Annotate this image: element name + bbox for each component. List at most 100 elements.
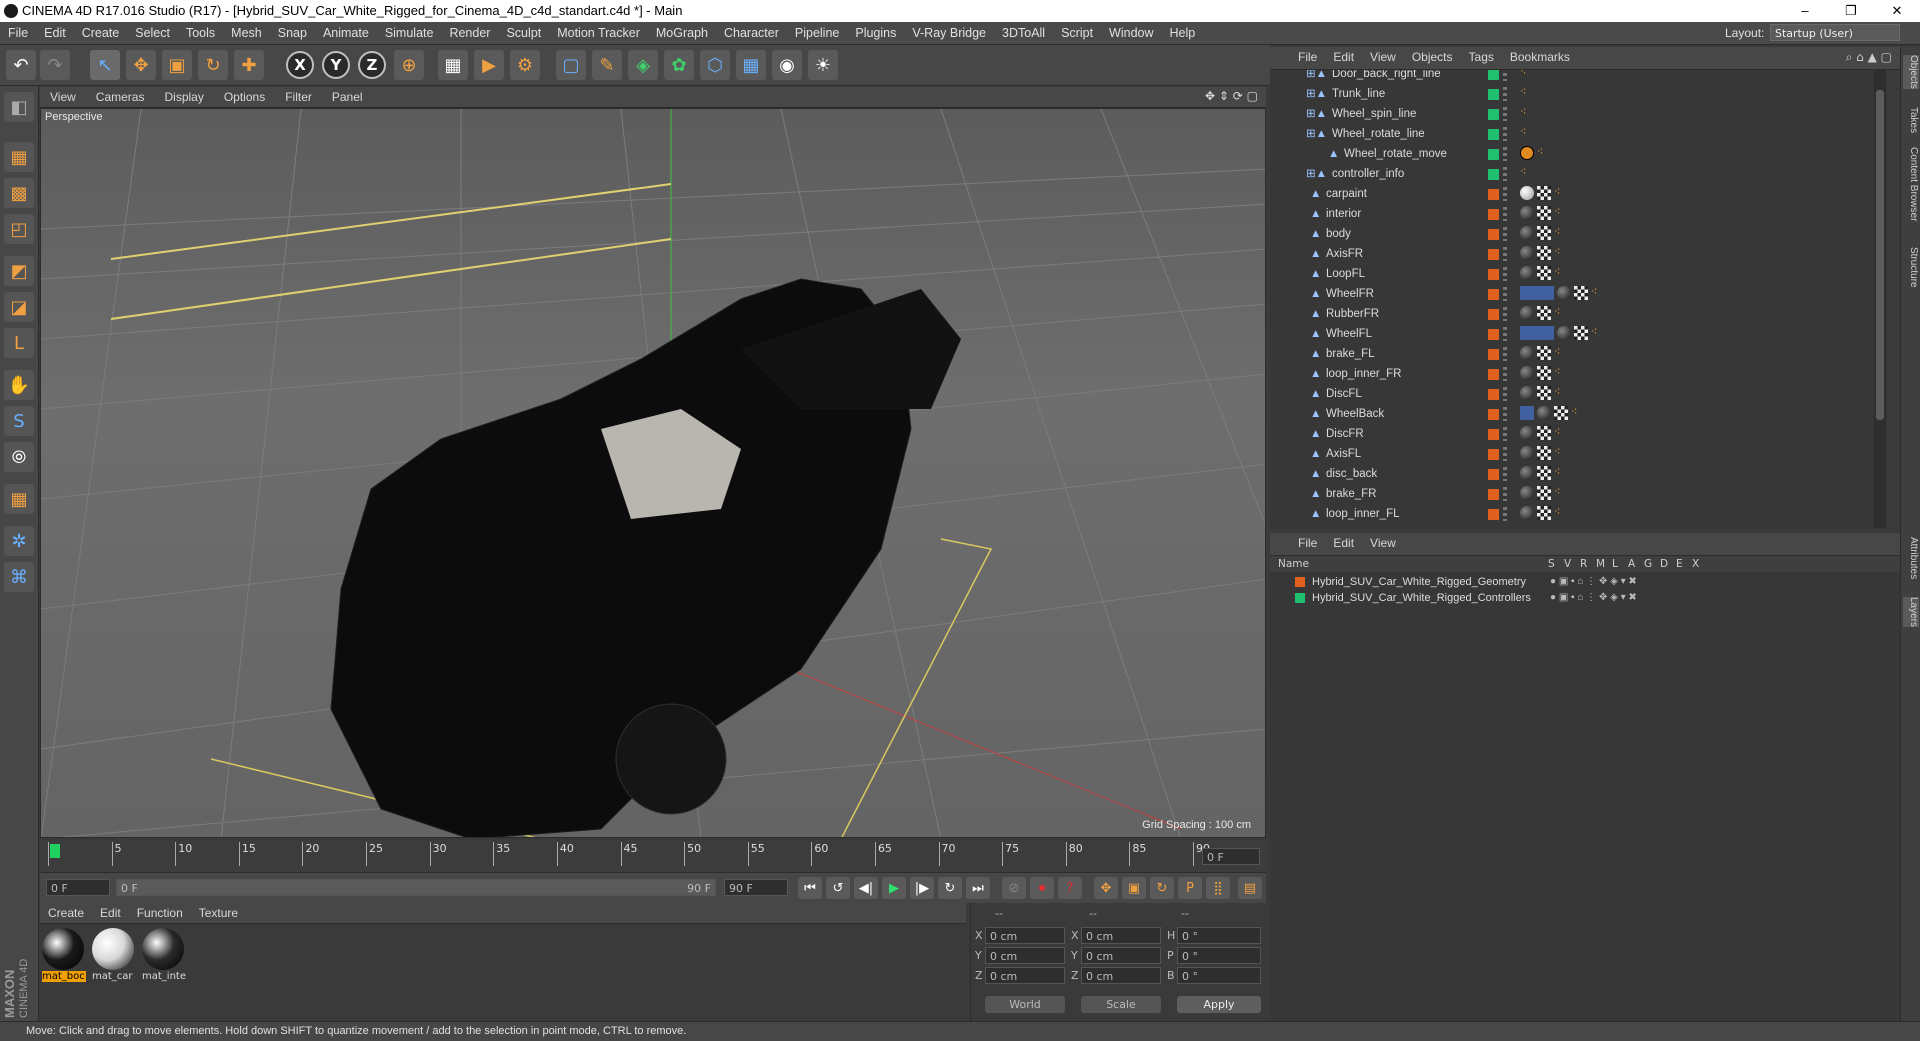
uvw-tag-icon[interactable] <box>1537 346 1551 360</box>
null-object-icon[interactable]: ⊞▲ <box>1306 124 1327 144</box>
visibility-dots[interactable] <box>1503 167 1507 181</box>
uvw-tag-icon[interactable] <box>1574 326 1588 340</box>
size-x-field[interactable]: 0 cm <box>1081 927 1161 944</box>
menu-mograph[interactable]: MoGraph <box>648 22 716 44</box>
layers-menu-view[interactable]: View <box>1362 533 1404 553</box>
tab-takes[interactable]: Takes <box>1903 107 1919 133</box>
visibility-dots[interactable] <box>1503 287 1507 301</box>
material-menu-create[interactable]: Create <box>40 903 92 923</box>
xpresso-tag-icon[interactable]: ⁖ <box>1554 346 1566 358</box>
tweak-mode-icon[interactable]: S <box>4 406 34 436</box>
goto-end-icon[interactable]: ⏭ <box>966 877 990 899</box>
autokey-disabled-icon[interactable]: ⊘ <box>1002 877 1026 899</box>
menu-create[interactable]: Create <box>74 22 128 44</box>
layer-row[interactable]: Hybrid_SUV_Car_White_Rigged_Controllers … <box>1270 590 1900 606</box>
visibility-dots[interactable] <box>1503 487 1507 501</box>
xpresso-tag-icon[interactable]: ⁖ <box>1591 286 1603 298</box>
xpresso-tag-icon[interactable]: ⁖ <box>1554 466 1566 478</box>
object-row[interactable]: ▲ WheelFR ⁖ <box>1270 284 1886 304</box>
layer-color-swatch[interactable] <box>1295 593 1305 603</box>
null-object-icon[interactable]: ⊞▲ <box>1306 84 1327 104</box>
deformer-icon[interactable]: ⬡ <box>700 50 730 80</box>
null-object-icon[interactable]: ▲ <box>1310 504 1321 524</box>
3d-viewport[interactable]: Perspective Grid Spacing : 100 cm <box>40 108 1266 838</box>
layer-color-swatch[interactable] <box>1488 289 1499 300</box>
layer-color-swatch[interactable] <box>1488 509 1499 520</box>
xpresso-tag-icon[interactable]: ⁖ <box>1571 406 1583 418</box>
render-picture-viewer-icon[interactable]: ▶ <box>474 50 504 80</box>
polygons-mode-icon[interactable]: L <box>4 328 34 358</box>
layer-color-swatch[interactable] <box>1488 329 1499 340</box>
null-object-icon[interactable]: ▲ <box>1310 464 1321 484</box>
layer-switch-icons[interactable]: ● ▣ ▪ ⌂ ⋮ ✥ ◈ ▾ ✖ <box>1550 590 1637 606</box>
layer-column-header[interactable]: S <box>1548 556 1564 572</box>
material-tag-icon[interactable] <box>1520 346 1534 360</box>
material-swatch[interactable]: mat_inte <box>142 928 186 982</box>
object-row[interactable]: ▲ WheelFL ⁖ <box>1270 324 1886 344</box>
autokey-icon[interactable]: ? <box>1058 877 1082 899</box>
layer-color-swatch[interactable] <box>1488 70 1499 80</box>
null-object-icon[interactable]: ▲ <box>1310 224 1321 244</box>
material-menu-function[interactable]: Function <box>129 903 191 923</box>
render-view-icon[interactable]: ▦ <box>438 50 468 80</box>
play-icon[interactable]: ▶ <box>882 877 906 899</box>
layer-color-swatch[interactable] <box>1488 89 1499 100</box>
xpresso-tag-icon[interactable]: ⁖ <box>1520 70 1532 78</box>
null-object-icon[interactable]: ▲ <box>1310 304 1321 324</box>
material-tag-icon[interactable] <box>1520 186 1534 200</box>
material-tag-icon[interactable] <box>1520 466 1534 480</box>
visibility-dots[interactable] <box>1503 507 1507 521</box>
render-settings-icon[interactable]: ⚙ <box>510 50 540 80</box>
playhead[interactable] <box>50 844 60 858</box>
menu-character[interactable]: Character <box>716 22 787 44</box>
size-mode-dropdown[interactable]: Scale <box>1081 996 1161 1013</box>
material-tag-icon[interactable] <box>1520 226 1534 240</box>
size-y-field[interactable]: 0 cm <box>1081 947 1161 964</box>
z-axis-lock-icon[interactable]: Z <box>358 51 386 79</box>
tab-objects[interactable]: Objects <box>1903 55 1919 89</box>
objects-menu-bookmarks[interactable]: Bookmarks <box>1502 47 1578 67</box>
rot-b-field[interactable]: 0 ° <box>1177 967 1261 984</box>
uvw-tag-icon[interactable] <box>1537 426 1551 440</box>
null-object-icon[interactable]: ▲ <box>1310 284 1321 304</box>
xpresso-tag-icon[interactable]: ⁖ <box>1554 246 1566 258</box>
cube-icon[interactable]: ▢ <box>556 50 586 80</box>
viewport-menu-display[interactable]: Display <box>154 87 213 107</box>
xpresso-tag-icon[interactable]: ⁖ <box>1554 446 1566 458</box>
menu-simulate[interactable]: Simulate <box>377 22 442 44</box>
material-menu-texture[interactable]: Texture <box>191 903 246 923</box>
object-row[interactable]: ⊞▲ Wheel_rotate_line ⁖ <box>1270 124 1886 144</box>
menu-vray-bridge[interactable]: V-Ray Bridge <box>904 22 994 44</box>
null-object-icon[interactable]: ▲ <box>1310 244 1321 264</box>
layer-column-header[interactable]: A <box>1628 556 1644 572</box>
null-object-icon[interactable]: ▲ <box>1310 204 1321 224</box>
visibility-dots[interactable] <box>1503 107 1507 121</box>
uvw-tag-icon[interactable] <box>1537 306 1551 320</box>
null-object-icon[interactable]: ▲ <box>1310 364 1321 384</box>
layer-column-header[interactable]: R <box>1580 556 1596 572</box>
xpresso-tag-icon[interactable]: ⁖ <box>1520 166 1532 178</box>
null-object-icon[interactable]: ▲ <box>1310 424 1321 444</box>
size-z-field[interactable]: 0 cm <box>1081 967 1161 984</box>
uvw-tag-icon[interactable] <box>1537 446 1551 460</box>
visibility-dots[interactable] <box>1503 387 1507 401</box>
layer-column-header[interactable]: G <box>1644 556 1660 572</box>
rotate-tool-icon[interactable]: ↻ <box>198 50 228 80</box>
viewport-menu-view[interactable]: View <box>40 87 86 107</box>
menu-help[interactable]: Help <box>1162 22 1204 44</box>
visibility-dots[interactable] <box>1503 147 1507 161</box>
tab-attributes[interactable]: Attributes <box>1903 537 1919 579</box>
key-position-icon[interactable]: ✥ <box>1094 877 1118 899</box>
xpresso-tag-icon[interactable]: ⁖ <box>1554 266 1566 278</box>
xpresso-tag-icon[interactable]: ⁖ <box>1554 226 1566 238</box>
layer-color-swatch[interactable] <box>1488 149 1499 160</box>
objects-menu-tags[interactable]: Tags <box>1461 47 1502 67</box>
uvw-tag-icon[interactable] <box>1537 366 1551 380</box>
material-tag-icon[interactable] <box>1557 326 1571 340</box>
xpresso-tag-icon[interactable]: ⁖ <box>1520 126 1532 138</box>
material-tag-icon[interactable] <box>1520 386 1534 400</box>
model-mode-icon[interactable]: ▦ <box>4 142 34 172</box>
make-editable-icon[interactable]: ◧ <box>4 92 34 122</box>
object-row[interactable]: ▲ disc_back ⁖ <box>1270 464 1886 484</box>
menu-sculpt[interactable]: Sculpt <box>498 22 549 44</box>
